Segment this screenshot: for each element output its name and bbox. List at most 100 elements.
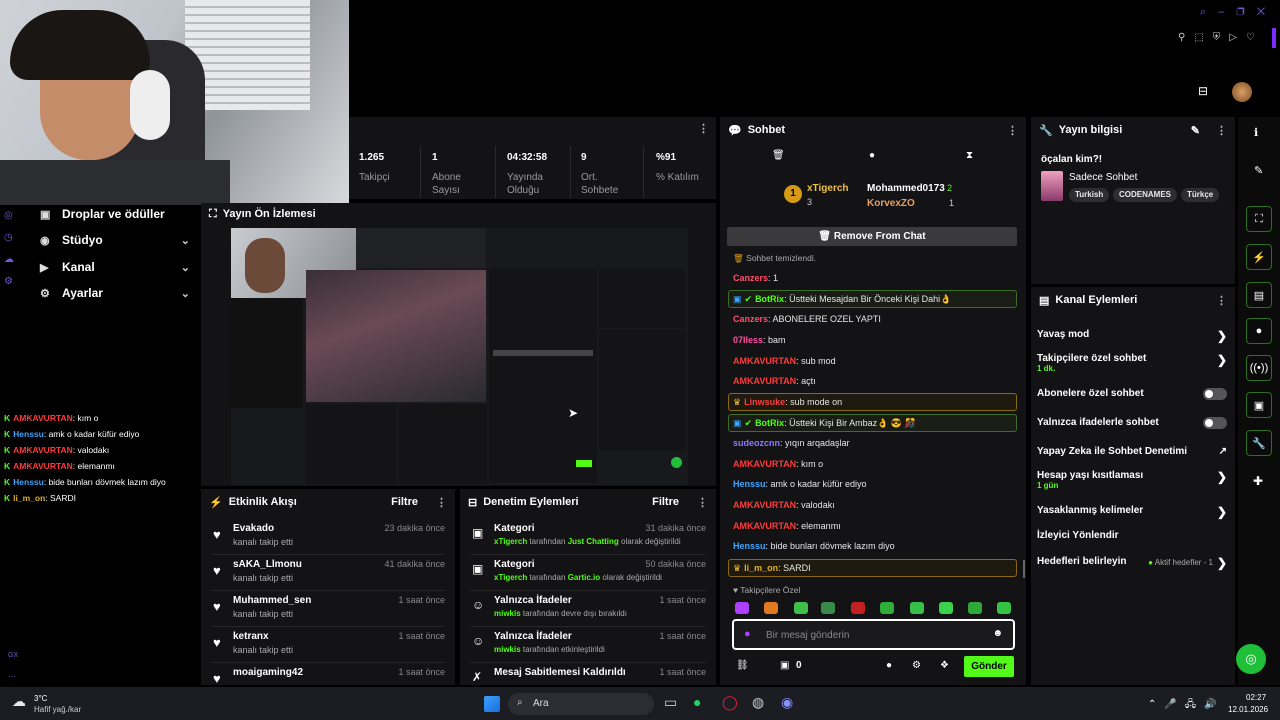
stream-preview[interactable]: ➤ [231, 228, 688, 485]
tag[interactable]: Turkish [1069, 188, 1110, 202]
add-panel-icon[interactable]: ✚ [1253, 474, 1263, 488]
opera-icon[interactable]: ◯ [722, 694, 738, 711]
moderation-item[interactable]: ▣ Kategori xTigerch tarafından Just Chatti… [460, 519, 716, 555]
chevron-right-icon[interactable]: ❯ [1217, 470, 1227, 484]
chat-username[interactable]: AMKAVURTAN [733, 500, 796, 510]
heart-icon[interactable]: ♡ [1246, 32, 1264, 43]
restore-icon[interactable]: ❐ [1236, 6, 1256, 18]
message-icon[interactable]: ● [869, 150, 875, 161]
close-icon[interactable]: ✕ [1257, 6, 1277, 18]
emote[interactable] [794, 602, 808, 614]
chevron-right-icon[interactable]: ❯ [1217, 329, 1227, 343]
activity-item[interactable]: ♥ Muhammed_sen kanalı takip etti 1 saat önc… [201, 591, 455, 627]
channel-action-item[interactable]: Hesap yaşı kısıtlaması 1 gün ❯ [1037, 470, 1227, 492]
moderation-item[interactable]: ☺ Yalnızca İfadeler miwkis tarafından devr… [460, 591, 716, 627]
emote[interactable] [735, 602, 749, 614]
tray-icons[interactable]: ⌃🎤🖧🔊 [1148, 697, 1224, 714]
leader-1-name[interactable]: xTigerch [807, 183, 849, 194]
spotify-icon[interactable]: ● [693, 694, 701, 710]
weather-icon[interactable]: ☁ [12, 693, 26, 710]
sidebar-item-settings[interactable]: ⚙ Ayarlar ⌄ [40, 282, 190, 304]
sidebar-item-studio[interactable]: ◉ Stüdyo ⌄ [40, 229, 190, 251]
chat-username[interactable]: Linwsuke [744, 397, 785, 407]
chevron-right-icon[interactable]: ❯ [1217, 353, 1227, 367]
chat-username[interactable]: AMKAVURTAN [733, 459, 796, 469]
kebab-icon[interactable]: ⋮ [1216, 294, 1227, 307]
sidebar-item-drops[interactable]: ▣ Droplar ve ödüller [40, 203, 190, 225]
edit-icon[interactable]: ✎ [1254, 164, 1263, 177]
chat-message[interactable]: ▣ ✔ BotRix: Üstteki Mesajdan Bir Önceki Ki… [728, 290, 1017, 308]
emote[interactable] [910, 602, 924, 614]
emote[interactable] [821, 602, 835, 614]
chat-message[interactable]: ♛ Linwsuke: sub mode on [728, 393, 1017, 411]
emote[interactable] [997, 602, 1011, 614]
hourglass-icon[interactable]: ⧗ [966, 150, 973, 161]
chat-message[interactable]: AMKAVURTAN: kım o [733, 458, 1018, 470]
minimize-icon[interactable]: – [1218, 6, 1236, 18]
chat-username[interactable]: 07lless [733, 335, 763, 345]
rail-button-wrench[interactable]: 🔧 [1246, 430, 1272, 456]
emote[interactable] [764, 602, 778, 614]
chat-username[interactable]: BotRix [755, 294, 784, 304]
chat-username[interactable]: AMKAVURTAN [733, 376, 796, 386]
emote-picker-icon[interactable]: ❖ [940, 660, 949, 671]
chat-message[interactable]: AMKAVURTAN: sub mod [733, 355, 1018, 367]
send-button[interactable]: Gönder [964, 656, 1014, 677]
play-icon[interactable]: ▷ [1229, 32, 1246, 43]
pencil-icon[interactable]: ✎ [1191, 124, 1200, 137]
chat-input[interactable]: ● Bir mesaj gönderin ☻ [732, 619, 1015, 650]
support-button[interactable]: ◎ [1236, 644, 1266, 674]
screenshot-icon[interactable]: ⬚ [1194, 32, 1212, 43]
kebab-icon[interactable]: ⋮ [697, 496, 708, 509]
theater-icon[interactable]: ⊟ [1198, 84, 1208, 98]
rail-button-notes[interactable]: ▤ [1246, 282, 1272, 308]
chat-message[interactable]: Henssu: bide bunları dövmek lazım diyo [733, 540, 1018, 552]
chat-username[interactable]: BotRix [755, 418, 784, 428]
chevron-right-icon[interactable]: ❯ [1217, 505, 1227, 519]
files-icon[interactable]: ▭ [664, 694, 677, 711]
trash-icon[interactable]: 🗑 [772, 150, 785, 161]
shield-icon[interactable]: ⛨ [1213, 32, 1230, 43]
rail-button-activity[interactable]: ⚡ [1246, 244, 1272, 270]
pin-icon[interactable]: ⚲ [1178, 32, 1194, 43]
emote[interactable] [939, 602, 953, 614]
link-icon[interactable]: ⛓ [736, 660, 749, 671]
kebab-icon[interactable]: ⋮ [1007, 124, 1018, 137]
chat-message[interactable]: Canzers: 1 [733, 272, 1018, 284]
tag[interactable]: CODENAMES [1113, 188, 1178, 202]
external-link-icon[interactable]: ↗ [1219, 446, 1227, 457]
chat-username[interactable]: Canzers [733, 314, 768, 324]
activity-item[interactable]: ♥ Evakado kanalı takip etti 23 dakika önce [201, 519, 455, 555]
discord-icon[interactable]: ◉ [781, 694, 793, 711]
category-name[interactable]: Sadece Sohbet [1069, 172, 1137, 183]
channel-action-item[interactable]: Yalnızca ifadelerle sohbet [1037, 417, 1227, 439]
moderation-filter-button[interactable]: Filtre [652, 496, 679, 508]
search-icon[interactable]: ⌕ [1200, 6, 1218, 18]
chat-message[interactable]: 07lless: bam [733, 334, 1018, 346]
channel-action-item[interactable]: İzleyici Yönlendir [1037, 530, 1227, 552]
chat-message[interactable]: ♛ li_m_on: SARDI [728, 559, 1017, 577]
start-icon[interactable] [484, 696, 500, 712]
chat-icon[interactable]: ● [886, 660, 892, 671]
channel-action-item[interactable]: Yavaş mod ❯ [1037, 329, 1227, 351]
chat-message[interactable]: AMKAVURTAN: elemanmı [733, 520, 1018, 532]
chat-username[interactable]: Canzers [733, 273, 768, 283]
sidebar-item-channel[interactable]: ▶ Kanal ⌄ [40, 256, 190, 278]
chat-message[interactable]: Canzers: ABONELERE OZEL YAPTI [733, 313, 1018, 325]
avatar[interactable] [1232, 82, 1252, 102]
emote[interactable] [968, 602, 982, 614]
emote[interactable] [880, 602, 894, 614]
tag[interactable]: Türkçe [1181, 188, 1220, 202]
emote[interactable] [851, 602, 865, 614]
rail-button-broadcast[interactable]: ((•)) [1246, 355, 1272, 381]
moderation-item[interactable]: ▣ Kategori xTigerch tarafından Gartic.io o… [460, 555, 716, 591]
channel-action-item[interactable]: Abonelere özel sohbet [1037, 388, 1227, 410]
activity-filter-button[interactable]: Filtre [391, 496, 418, 508]
chat-username[interactable]: li_m_on [744, 563, 778, 573]
leader-2-name[interactable]: Mohammed0173 [867, 183, 945, 194]
info-icon[interactable]: ℹ [1254, 126, 1258, 139]
kebab-icon[interactable]: ⋮ [1216, 124, 1227, 137]
chat-username[interactable]: sudeozcnn [733, 438, 780, 448]
weather-temp[interactable]: 3°C [34, 694, 47, 703]
chat-message[interactable]: sudeozcnn: yıqın arqadaşlar [733, 437, 1018, 449]
